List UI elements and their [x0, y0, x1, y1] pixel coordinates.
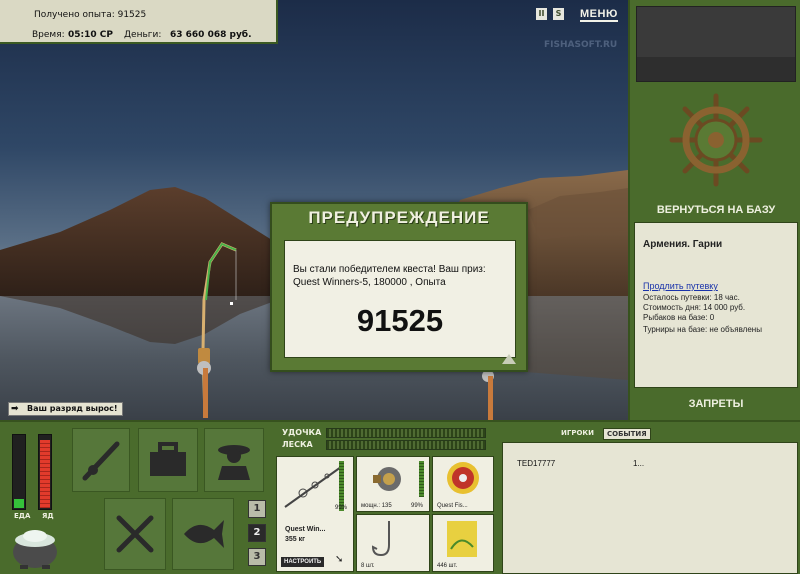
- fisherman-icon: [218, 445, 250, 480]
- bait-bag-icon: [447, 521, 477, 557]
- rank-notification[interactable]: ➡ Ваш разряд вырос!: [8, 402, 123, 416]
- sound-icon[interactable]: S: [553, 8, 564, 20]
- base-info-card: Армения. Гарни Продлить путевку Осталось…: [634, 222, 798, 388]
- extend-permit-link[interactable]: Продлить путевку: [643, 281, 718, 291]
- watermark-text: FISHASOFT.RU: [544, 40, 618, 50]
- players-panel: ИГРОКИ СОБЫТИЯ TED17777 1...: [500, 422, 800, 574]
- ship-wheel-icon[interactable]: [668, 92, 764, 188]
- line-spool-icon: [447, 462, 479, 494]
- experience-text: Получено опыта: 91525: [34, 10, 147, 20]
- return-to-base-button[interactable]: ВЕРНУТЬСЯ НА БАЗУ: [630, 204, 800, 216]
- arrow-down-right-icon: ➘: [335, 554, 344, 565]
- rank-notification-text: Ваш разряд вырос!: [27, 404, 118, 413]
- rod-label: УДОЧКА: [282, 428, 322, 437]
- hook-count: 8 шт.: [361, 563, 375, 569]
- base-name: Армения. Гарни: [643, 239, 723, 250]
- pot-icon[interactable]: [10, 522, 60, 570]
- player-name: TED17777: [517, 459, 556, 468]
- rod-weight: 355 кг: [285, 536, 306, 543]
- tab-events[interactable]: СОБЫТИЯ: [602, 428, 651, 440]
- fish-slot[interactable]: [172, 498, 234, 570]
- fork-knife-icon: [116, 515, 154, 553]
- tab-players[interactable]: ИГРОКИ: [558, 428, 597, 440]
- day-cost: Стоимость дня: 14 000 руб.: [643, 303, 746, 312]
- bait-count: 446 шт.: [437, 563, 458, 569]
- reel-pct: 99%: [411, 503, 424, 509]
- food-slot[interactable]: [104, 498, 166, 570]
- slot-page-3[interactable]: 3: [248, 548, 266, 566]
- rod-tension-bar: [326, 428, 486, 438]
- slot-page-2[interactable]: 2: [248, 524, 266, 542]
- reel-condition-bar: [419, 461, 424, 497]
- money-label: Деньги:: [124, 30, 162, 40]
- food-label: ЕДА: [14, 512, 31, 520]
- tackle-panel: УДОЧКА ЛЕСКА 99% Quest Win... 355 кг НАС…: [274, 422, 498, 574]
- list-item[interactable]: TED17777 1...: [517, 459, 644, 468]
- hook-icon: [371, 521, 390, 557]
- tune-button[interactable]: НАСТРОИТЬ: [281, 557, 325, 567]
- rod-condition-bar: [339, 461, 344, 511]
- rod-pct: 99%: [335, 505, 348, 511]
- money-value: 63 660 068 руб.: [170, 30, 252, 40]
- rod-cell[interactable]: 99% Quest Win... 355 кг НАСТРОИТЬ ➘: [276, 456, 354, 572]
- tournaments-status: Турниры на базе: не объявлены: [643, 325, 762, 334]
- players-list: TED17777 1...: [502, 442, 798, 574]
- dialog-message: Вы стали победителем квеста! Ваш приз: Q…: [293, 264, 486, 288]
- line-label: ЛЕСКА: [282, 440, 313, 449]
- anglers-count: Рыбаков на базе: 0: [643, 313, 715, 322]
- bans-button[interactable]: ЗАПРЕТЫ: [630, 398, 800, 410]
- reel-cell[interactable]: мощн.: 135 99%: [356, 456, 430, 512]
- reel-power: мощн.: 135: [361, 503, 392, 509]
- line-tension-bar: [326, 440, 486, 450]
- status-meters: ЕДА ЯД: [6, 430, 62, 572]
- permit-remaining: Осталось путевки: 18 час.: [643, 293, 740, 302]
- game-window: Получено опыта: 91525 Время: 05:10 СР Де…: [0, 0, 800, 574]
- time-value: 05:10 СР: [68, 30, 113, 40]
- time-label: Время:: [32, 30, 65, 40]
- chat-box[interactable]: [636, 6, 796, 82]
- slot-page-1[interactable]: 1: [248, 500, 266, 518]
- tackle-grid: 99% Quest Win... 355 кг НАСТРОИТЬ ➘ мощн…: [276, 456, 496, 574]
- food-meter: [12, 434, 26, 510]
- poison-label: ЯД: [42, 512, 54, 520]
- right-panel: ВЕРНУТЬСЯ НА БАЗУ Армения. Гарни Продлит…: [628, 0, 800, 420]
- warning-dialog[interactable]: ПРЕДУПРЕЖДЕНИЕ Вы стали победителем квес…: [270, 202, 528, 372]
- dialog-title: ПРЕДУПРЕЖДЕНИЕ: [308, 208, 490, 227]
- top-toolbar: II S: [536, 8, 564, 20]
- pause-icon[interactable]: II: [536, 8, 547, 20]
- menu-button[interactable]: МЕНЮ: [580, 8, 618, 22]
- reel-icon: [373, 467, 401, 491]
- poison-meter: [38, 434, 52, 510]
- line-name: Quest Fis...: [437, 503, 468, 509]
- player-rank: 1...: [633, 459, 645, 468]
- dialog-experience-number: 91525: [356, 303, 444, 338]
- fish-icon: [184, 520, 224, 548]
- tackle-box-slot[interactable]: [138, 428, 198, 492]
- dialog-body: Вы стали победителем квеста! Ваш приз: Q…: [284, 240, 516, 358]
- rod-icon: [284, 466, 342, 508]
- arrow-right-icon: ➡: [11, 404, 19, 414]
- dialog-close-icon[interactable]: [502, 354, 516, 364]
- bottom-panel: ЕДА ЯД 1 2 3 УДОЧКА ЛЕСКА 99% Quest Win.…: [0, 420, 800, 574]
- hook-cell[interactable]: 8 шт.: [356, 514, 430, 572]
- fisherman-slot[interactable]: [204, 428, 264, 492]
- line-cell[interactable]: Quest Fis...: [432, 456, 494, 512]
- players-tabs: ИГРОКИ СОБЫТИЯ: [558, 428, 651, 440]
- rod-name: Quest Win...: [285, 526, 326, 533]
- bait-cell[interactable]: 446 шт.: [432, 514, 494, 572]
- fishing-rod-icon: [82, 441, 120, 481]
- rods-slot[interactable]: [72, 428, 130, 492]
- status-panel: Получено опыта: 91525 Время: 05:10 СР Де…: [0, 0, 278, 44]
- tackle-box-icon: [150, 442, 186, 476]
